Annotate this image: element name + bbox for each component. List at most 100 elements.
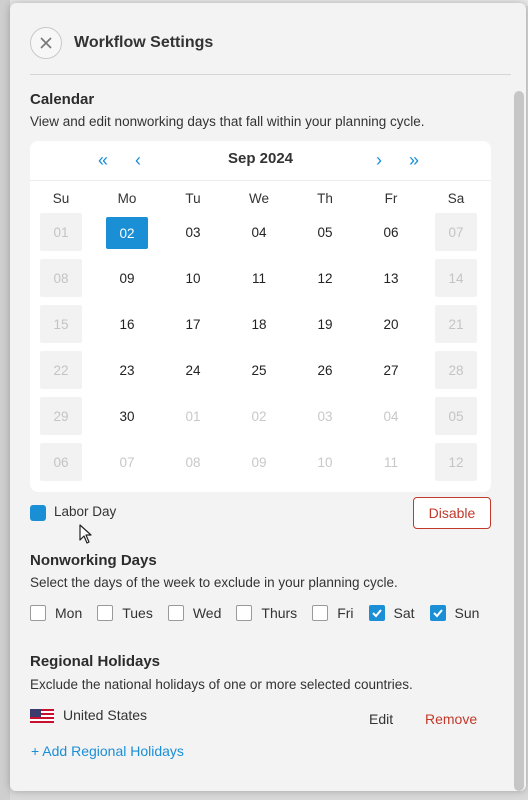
- checkbox[interactable]: [167, 605, 184, 621]
- checkbox-label: Sun: [454, 605, 480, 621]
- checkmark-icon: [432, 609, 443, 618]
- regional-title: Regional Holidays: [30, 653, 161, 670]
- calendar-day[interactable]: 26: [304, 351, 346, 389]
- checkbox-label: Sat: [393, 605, 415, 621]
- calendar-day[interactable]: 07: [435, 213, 477, 251]
- calendar-day[interactable]: 04: [370, 397, 412, 435]
- calendar-day[interactable]: 05: [304, 213, 346, 251]
- close-button[interactable]: [30, 27, 62, 59]
- calendar-day[interactable]: 01: [40, 213, 82, 251]
- calendar-day[interactable]: 10: [304, 443, 346, 481]
- calendar-day[interactable]: 11: [238, 259, 280, 297]
- calendar-widget: « ‹ Sep 2024 › » Su Mo Tu We Th Fr Sa 01 02 03 04…: [30, 141, 491, 492]
- calendar-day[interactable]: 23: [106, 351, 148, 389]
- calendar-day[interactable]: 14: [435, 259, 477, 297]
- weekday-header: Tu: [185, 191, 201, 206]
- calendar-day[interactable]: 12: [435, 443, 477, 481]
- background-edge: [0, 0, 10, 800]
- calendar-day[interactable]: 06: [370, 213, 412, 251]
- calendar-day[interactable]: 08: [40, 259, 82, 297]
- calendar-day[interactable]: 24: [172, 351, 214, 389]
- weekday-header: Th: [317, 191, 333, 206]
- calendar-day[interactable]: 09: [238, 443, 280, 481]
- checkmark-icon: [371, 609, 382, 618]
- weekday-checkbox-sun[interactable]: Sun: [429, 605, 480, 621]
- calendar-day[interactable]: 28: [435, 351, 477, 389]
- calendar-day[interactable]: 27: [370, 351, 412, 389]
- calendar-day[interactable]: 09: [106, 259, 148, 297]
- weekday-header: Su: [52, 191, 70, 206]
- mouse-cursor-icon: [79, 524, 92, 544]
- checkbox[interactable]: [368, 605, 385, 621]
- calendar-day[interactable]: 18: [238, 305, 280, 343]
- calendar-day[interactable]: 05: [435, 397, 477, 435]
- calendar-day[interactable]: 17: [172, 305, 214, 343]
- checkbox[interactable]: [429, 605, 446, 621]
- legend-swatch: [30, 505, 46, 521]
- calendar-day[interactable]: 29: [40, 397, 82, 435]
- scrollbar[interactable]: [514, 91, 524, 791]
- calendar-day[interactable]: 16: [106, 305, 148, 343]
- panel-title: Workflow Settings: [74, 34, 214, 51]
- calendar-title: Calendar: [30, 91, 95, 108]
- weekday-header: We: [248, 191, 269, 206]
- weekday-header: Mo: [117, 191, 137, 206]
- disable-button[interactable]: Disable: [413, 497, 491, 529]
- calendar-day[interactable]: 03: [304, 397, 346, 435]
- calendar-day[interactable]: 02: [106, 217, 148, 249]
- calendar-description: View and edit nonworking days that fall …: [30, 114, 425, 129]
- next-month-button[interactable]: ›: [376, 151, 382, 169]
- checkbox-label: Thurs: [261, 605, 298, 621]
- close-icon: [40, 37, 52, 49]
- calendar-day[interactable]: 15: [40, 305, 82, 343]
- edit-country-link[interactable]: Edit: [369, 711, 393, 727]
- weekday-checkbox-wed[interactable]: Wed: [167, 605, 222, 621]
- calendar-day[interactable]: 20: [370, 305, 412, 343]
- add-regional-holidays-link[interactable]: + Add Regional Holidays: [31, 743, 184, 759]
- checkbox-label: Tues: [122, 605, 153, 621]
- checkbox-label: Fri: [337, 605, 354, 621]
- header-divider: [30, 74, 511, 75]
- next-year-button[interactable]: »: [409, 151, 419, 169]
- panel-header: Workflow Settings: [30, 27, 213, 59]
- nonworking-title: Nonworking Days: [30, 552, 157, 569]
- us-flag-icon: [30, 709, 54, 723]
- checkbox[interactable]: [97, 605, 114, 621]
- calendar-day[interactable]: 07: [106, 443, 148, 481]
- checkbox[interactable]: [30, 605, 46, 621]
- checkbox-label: Wed: [192, 605, 222, 621]
- calendar-day[interactable]: 30: [106, 397, 148, 435]
- calendar-day[interactable]: 21: [435, 305, 477, 343]
- calendar-day[interactable]: 10: [172, 259, 214, 297]
- workflow-settings-panel: Workflow Settings Calendar View and edit…: [10, 3, 526, 791]
- nonworking-description: Select the days of the week to exclude i…: [30, 575, 398, 590]
- calendar-day[interactable]: 08: [172, 443, 214, 481]
- calendar-day[interactable]: 11: [370, 443, 412, 481]
- weekday-checkbox-mon[interactable]: Mon: [30, 605, 82, 621]
- weekday-checkbox-fri[interactable]: Fri: [312, 605, 354, 621]
- weekday-checkbox-thurs[interactable]: Thurs: [236, 605, 297, 621]
- weekday-header: Fr: [384, 191, 398, 206]
- weekday-checkboxes: Mon Tues Wed Thurs Fri Sat Sun: [30, 605, 494, 621]
- calendar-day[interactable]: 12: [304, 259, 346, 297]
- checkbox[interactable]: [236, 605, 253, 621]
- calendar-day[interactable]: 06: [40, 443, 82, 481]
- country-row: United States Edit Remove: [30, 707, 491, 731]
- weekday-checkbox-tues[interactable]: Tues: [97, 605, 153, 621]
- calendar-day[interactable]: 01: [172, 397, 214, 435]
- month-label: Sep 2024: [227, 150, 294, 167]
- weekday-header: Sa: [447, 191, 465, 206]
- weekday-checkbox-sat[interactable]: Sat: [368, 605, 415, 621]
- calendar-day[interactable]: 03: [172, 213, 214, 251]
- holiday-legend: Labor Day Disable: [30, 497, 491, 529]
- calendar-day[interactable]: 02: [238, 397, 280, 435]
- calendar-nav: « ‹ Sep 2024 › »: [30, 141, 491, 181]
- calendar-day[interactable]: 19: [304, 305, 346, 343]
- calendar-day[interactable]: 22: [40, 351, 82, 389]
- checkbox[interactable]: [312, 605, 329, 621]
- remove-country-link[interactable]: Remove: [425, 711, 477, 727]
- calendar-day[interactable]: 25: [238, 351, 280, 389]
- country-name: United States: [63, 707, 148, 723]
- calendar-day[interactable]: 13: [370, 259, 412, 297]
- calendar-day[interactable]: 04: [238, 213, 280, 251]
